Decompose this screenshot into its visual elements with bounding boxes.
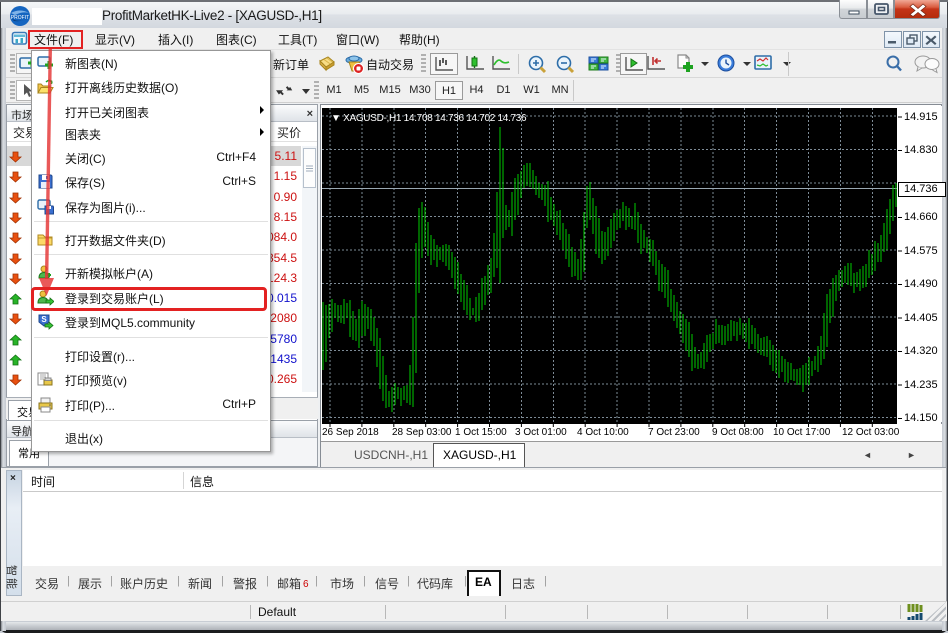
svg-text:S: S [41,315,47,324]
svg-text:PROFIT: PROFIT [11,15,29,21]
